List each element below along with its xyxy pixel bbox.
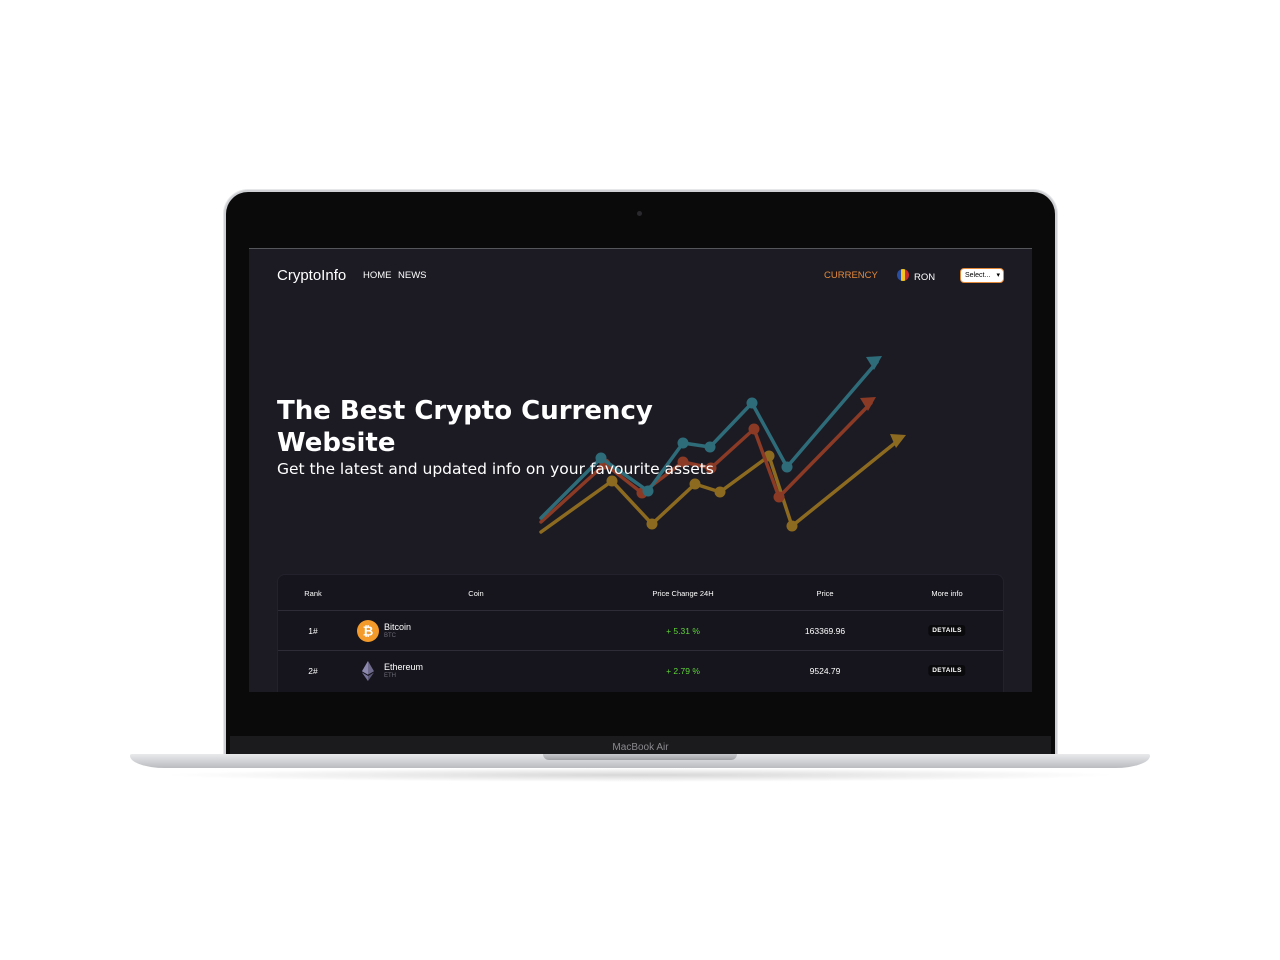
- header-coin: Coin: [468, 589, 484, 598]
- header-price: Price: [816, 589, 834, 598]
- currency-code: RON: [914, 272, 936, 283]
- hero-subtitle: Get the latest and updated info on your …: [277, 460, 714, 478]
- webcam: [637, 211, 642, 216]
- header-rank: Rank: [304, 589, 322, 598]
- details-button[interactable]: DETAILS: [928, 665, 966, 676]
- currency-link[interactable]: CURRENCY: [824, 270, 878, 281]
- header-price-change: Price Change 24H: [652, 589, 714, 598]
- hero-title: The Best Crypto Currency Website: [277, 396, 653, 458]
- price-change-cell: + 2.79 %: [666, 666, 700, 676]
- macbook-label: MacBook Air: [612, 742, 669, 753]
- details-button[interactable]: DETAILS: [928, 625, 966, 636]
- ethereum-icon: [362, 661, 374, 681]
- coin-name: Bitcoin: [384, 622, 412, 632]
- base-shadow: [160, 768, 1120, 782]
- screen: CryptoInfo HOME NEWS CURRENCY RON Select…: [249, 248, 1032, 692]
- rank-cell: 1#: [308, 626, 318, 636]
- price-cell: 9524.79: [809, 666, 841, 676]
- brand-logo[interactable]: CryptoInfo: [277, 267, 346, 284]
- svg-text:₿: ₿: [363, 625, 374, 640]
- coins-table: Rank Coin Price Change 24H Price More in…: [277, 574, 1004, 692]
- nav-home[interactable]: HOME: [363, 270, 392, 281]
- romania-flag-icon: [897, 269, 909, 281]
- nav-news[interactable]: NEWS: [398, 270, 427, 281]
- chevron-down-icon: ▾: [996, 272, 1000, 279]
- header-more-info: More info: [931, 589, 963, 598]
- price-cell: 163369.96: [804, 626, 846, 636]
- table-row[interactable]: 1# ₿ Bitcoin BTC + 5.31 % 163369.96 DETA…: [278, 610, 1003, 651]
- currency-select[interactable]: Select... ▾: [960, 268, 1004, 283]
- screen-top-divider: [249, 248, 1032, 249]
- price-change-cell: + 5.31 %: [666, 626, 700, 636]
- table-row[interactable]: 2# Ethereum ETH + 2.79 % 9524.79 DETAILS: [278, 650, 1003, 691]
- coin-symbol: ETH: [384, 673, 396, 679]
- bitcoin-icon: ₿: [357, 620, 379, 642]
- rank-cell: 2#: [308, 666, 318, 676]
- laptop-base: [130, 754, 1150, 768]
- coin-symbol: BTC: [384, 633, 396, 639]
- currency-select-value: Select...: [965, 272, 991, 279]
- lid-notch: [543, 754, 737, 760]
- coin-name: Ethereum: [384, 662, 424, 672]
